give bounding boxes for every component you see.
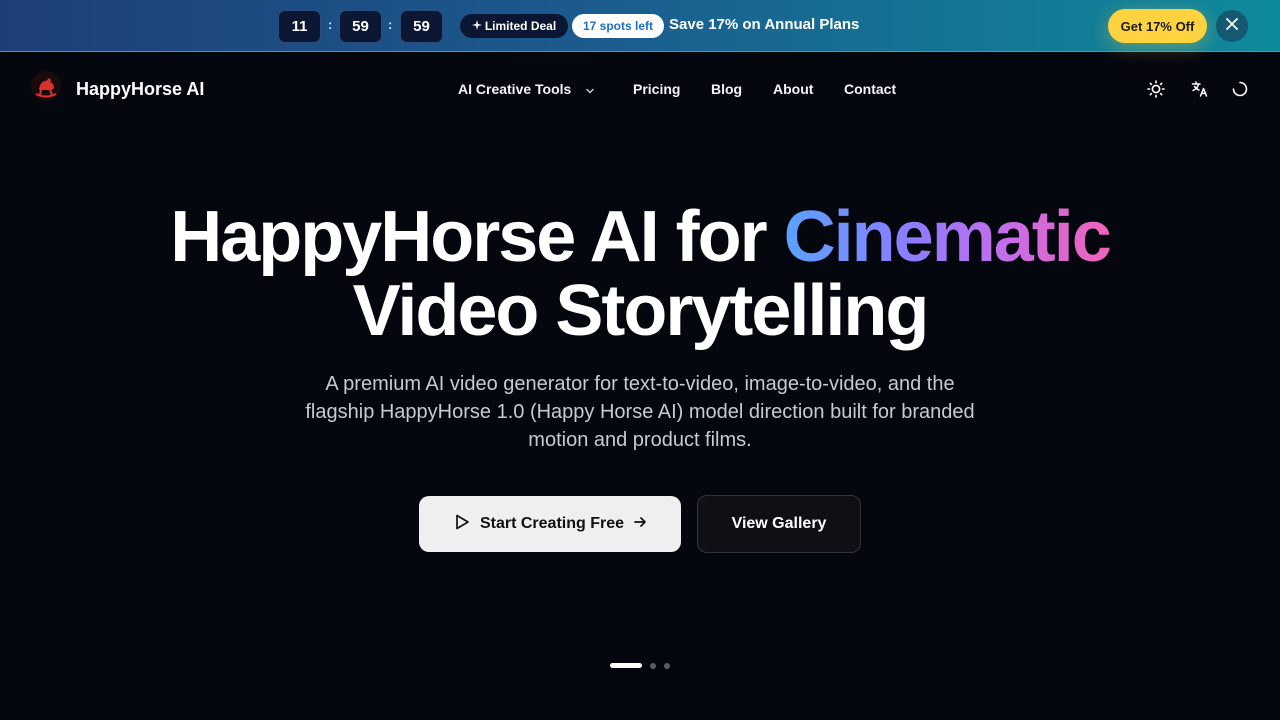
carousel-dot-active[interactable] — [610, 663, 642, 668]
hero-title-highlight: Cinematic — [783, 197, 1112, 277]
brand-name[interactable]: HappyHorse AI — [76, 79, 204, 100]
chevron-down-icon[interactable] — [585, 83, 595, 101]
hero-title-part1: HappyHorse AI for — [170, 197, 784, 277]
timer-separator: : — [328, 17, 333, 32]
timer-hours: 11 — [278, 10, 321, 43]
nav-about[interactable]: About — [773, 81, 813, 97]
promo-message: Save 17% on Annual Plans — [669, 16, 860, 33]
translate-icon[interactable] — [1190, 79, 1210, 99]
spots-left-badge: 17 spots left — [572, 14, 664, 38]
timer-seconds: 59 — [400, 10, 443, 43]
sun-icon[interactable] — [1146, 79, 1166, 99]
nav-blog[interactable]: Blog — [711, 81, 742, 97]
close-icon — [1226, 17, 1238, 35]
start-creating-button[interactable]: Start Creating Free — [419, 496, 681, 552]
promo-banner: 11 : 59 : 59 Limited Deal 17 spots left … — [0, 0, 1280, 52]
limited-deal-badge: Limited Deal — [460, 14, 568, 38]
play-icon — [453, 513, 471, 536]
start-creating-label: Start Creating Free — [479, 515, 625, 532]
sparkle-icon — [471, 19, 482, 33]
nav-pricing[interactable]: Pricing — [633, 81, 680, 97]
arrow-right-icon — [633, 515, 647, 534]
timer-minutes: 59 — [339, 10, 382, 43]
top-navigation: HappyHorse AI AI Creative Tools Pricing … — [0, 53, 1280, 125]
limited-deal-label: Limited Deal — [484, 19, 557, 33]
nav-contact[interactable]: Contact — [844, 81, 896, 97]
hero-title: HappyHorse AI for Cinematic Video Storyt… — [0, 200, 1280, 348]
nav-ai-creative-tools[interactable]: AI Creative Tools — [458, 81, 571, 97]
carousel-dot[interactable] — [650, 663, 656, 669]
loading-spinner-icon — [1230, 79, 1250, 99]
timer-separator: : — [388, 17, 393, 32]
rocking-horse-logo-icon — [30, 70, 62, 107]
logo[interactable] — [28, 70, 64, 106]
hero-subtitle: A premium AI video generator for text-to… — [305, 373, 975, 451]
close-banner-button[interactable] — [1216, 10, 1248, 42]
carousel-dot[interactable] — [664, 663, 670, 669]
hero-title-line2: Video Storytelling — [352, 271, 930, 351]
get-offer-button[interactable]: Get 17% Off — [1108, 9, 1207, 43]
view-gallery-button[interactable]: View Gallery — [697, 495, 861, 553]
